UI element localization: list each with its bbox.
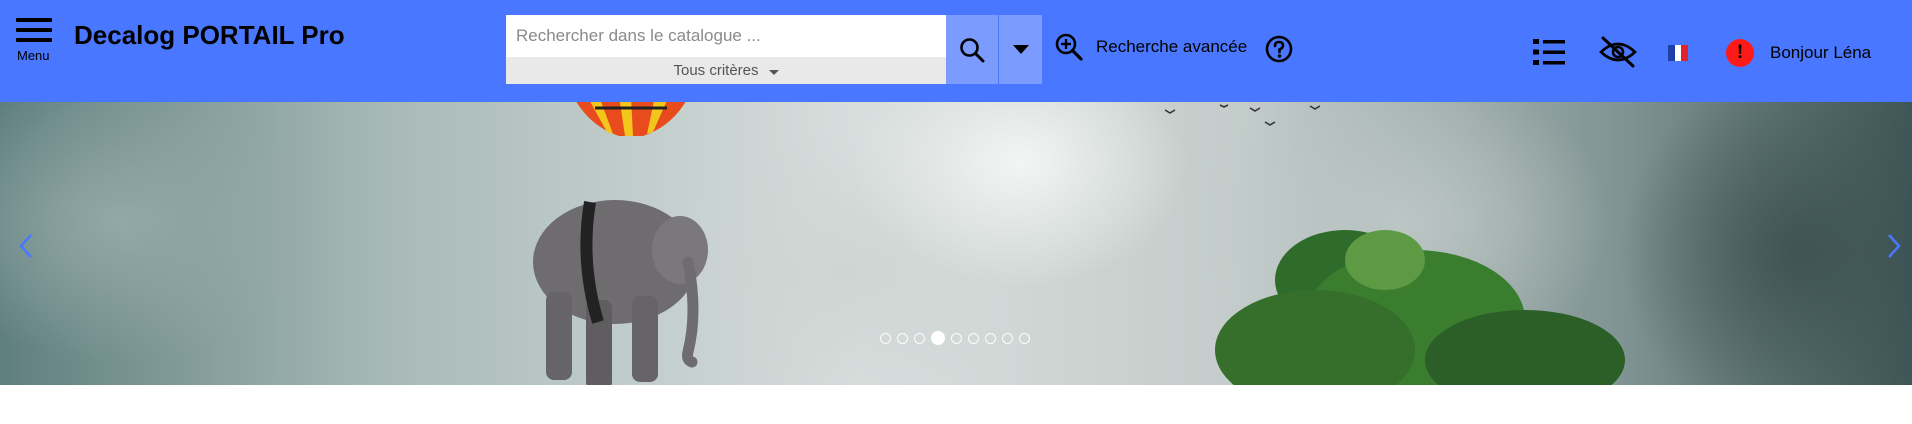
- carousel-dots: [880, 331, 1036, 345]
- flag-stripe-red: [1681, 45, 1689, 61]
- caret-down-icon: [768, 69, 779, 75]
- carousel-dot[interactable]: [985, 332, 996, 344]
- search-button[interactable]: [946, 15, 998, 84]
- elephant-illustration: [533, 200, 708, 385]
- eye-slash-icon: [1599, 36, 1637, 68]
- balloon-illustration: [576, 102, 686, 136]
- criteria-selector[interactable]: Tous critères: [506, 57, 946, 84]
- language-flag-fr[interactable]: [1668, 45, 1689, 61]
- hamburger-icon-bar: [16, 38, 52, 42]
- carousel-dot[interactable]: [951, 332, 962, 344]
- carousel-dot[interactable]: [1002, 332, 1013, 344]
- alert-icon[interactable]: !: [1726, 39, 1754, 67]
- search-options-dropdown[interactable]: [998, 15, 1042, 84]
- carousel-dot[interactable]: [914, 332, 925, 344]
- site-title[interactable]: Decalog PORTAIL Pro: [74, 20, 345, 51]
- flag-stripe-blue: [1668, 45, 1675, 61]
- banner-carousel: [0, 102, 1912, 385]
- carousel-dot[interactable]: [880, 332, 891, 344]
- visibility-toggle-button[interactable]: [1598, 35, 1638, 69]
- tree-illustration: [1215, 230, 1625, 385]
- carousel-dot[interactable]: [1019, 332, 1030, 344]
- caret-down-icon: [1012, 45, 1029, 54]
- search-icon: [960, 37, 985, 62]
- help-circle-icon: [1265, 35, 1293, 63]
- menu-button[interactable]: Menu: [14, 16, 58, 68]
- search-input[interactable]: [506, 15, 946, 57]
- carousel-dot[interactable]: [931, 331, 945, 345]
- top-header: Menu Decalog PORTAIL Pro Tous critères R…: [0, 0, 1912, 102]
- chevron-right-icon[interactable]: [1886, 232, 1902, 260]
- hamburger-icon-bar: [16, 28, 52, 32]
- list-icon: [1533, 39, 1565, 65]
- hamburger-icon: [16, 18, 52, 22]
- chevron-left-icon[interactable]: [18, 232, 34, 260]
- birds-illustration: [1164, 104, 1321, 126]
- advanced-search-label: Recherche avancée: [1096, 37, 1248, 56]
- flag-stripe-white: [1674, 45, 1682, 61]
- carousel-dot[interactable]: [897, 332, 908, 344]
- help-button[interactable]: [1265, 35, 1293, 63]
- user-greeting[interactable]: Bonjour Léna: [1770, 43, 1871, 63]
- zoom-in-icon: [1055, 33, 1083, 61]
- list-button[interactable]: [1533, 38, 1565, 66]
- advanced-search-link[interactable]: Recherche avancée: [1054, 32, 1247, 62]
- criteria-label: Tous critères: [673, 62, 759, 79]
- carousel-dot[interactable]: [968, 332, 979, 344]
- menu-label: Menu: [17, 48, 50, 63]
